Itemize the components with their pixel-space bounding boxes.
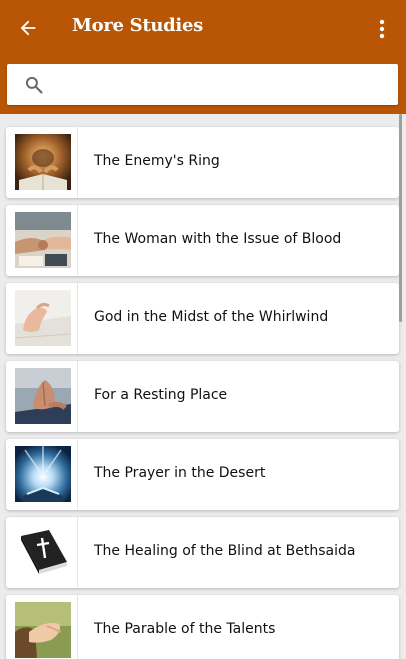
thumbnail-cell [6, 205, 78, 276]
praying-hands-photo [15, 368, 71, 424]
more-vertical-icon [379, 19, 385, 39]
hand-with-bible-photo [15, 602, 71, 658]
more-studies-screen: More Studies The Enemy's Ring The Woman … [0, 0, 406, 659]
light-from-book-photo [15, 446, 71, 502]
search-bar[interactable] [7, 64, 398, 105]
holy-bible-book-icon [15, 524, 71, 580]
hand-on-page-photo [15, 290, 71, 346]
study-title: The Healing of the Blind at Bethsaida [94, 543, 356, 559]
thumbnail-cell [6, 517, 78, 588]
studies-list: The Enemy's Ring The Woman with the Issu… [0, 114, 406, 659]
thumbnail-cell [6, 283, 78, 354]
thumbnail-cell [6, 595, 78, 659]
list-item[interactable]: The Parable of the Talents [6, 595, 399, 659]
overflow-menu-button[interactable] [370, 12, 394, 46]
list-item[interactable]: God in the Midst of the Whirlwind [6, 283, 399, 354]
app-bar: More Studies [0, 0, 406, 114]
arrow-left-icon [20, 20, 36, 36]
list-item[interactable]: The Woman with the Issue of Blood [6, 205, 399, 276]
person-reading-bible-photo [15, 134, 71, 190]
study-title: The Enemy's Ring [94, 153, 220, 169]
list-item[interactable]: The Prayer in the Desert [6, 439, 399, 510]
search-icon [25, 76, 43, 94]
list-item[interactable]: The Enemy's Ring [6, 127, 399, 198]
list-item[interactable]: For a Resting Place [6, 361, 399, 432]
search-input[interactable] [57, 70, 391, 101]
page-title: More Studies [72, 15, 203, 36]
study-title: For a Resting Place [94, 387, 228, 403]
thumbnail-cell [6, 439, 78, 510]
hands-holding-photo [15, 212, 71, 268]
back-button[interactable] [10, 10, 46, 46]
scrollbar[interactable] [399, 114, 402, 322]
study-title: The Prayer in the Desert [94, 465, 266, 481]
thumbnail-cell [6, 361, 78, 432]
study-title: The Parable of the Talents [94, 621, 276, 637]
thumbnail-cell [6, 127, 78, 198]
study-title: God in the Midst of the Whirlwind [94, 309, 329, 325]
study-title: The Woman with the Issue of Blood [94, 231, 342, 247]
list-item[interactable]: The Healing of the Blind at Bethsaida [6, 517, 399, 588]
